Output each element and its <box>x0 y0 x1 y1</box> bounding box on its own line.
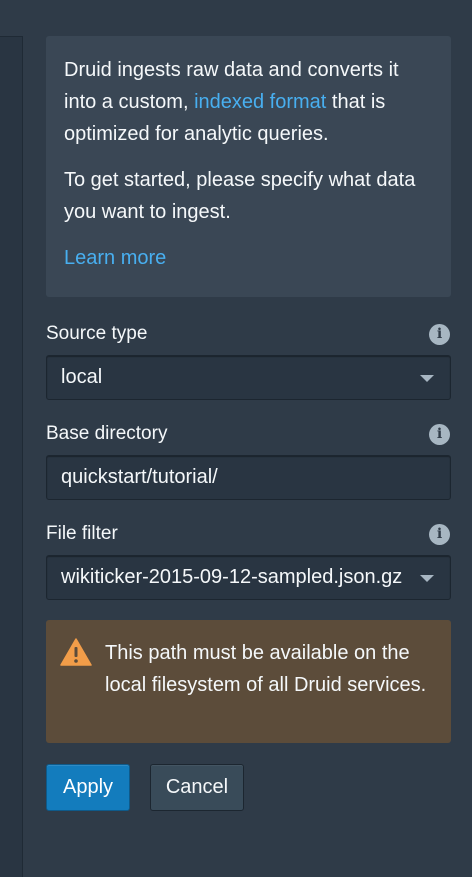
warning-text: This path must be available on the local… <box>105 642 427 696</box>
apply-button[interactable]: Apply <box>46 764 130 811</box>
path-warning-callout: This path must be available on the local… <box>46 620 451 743</box>
learn-more-link[interactable]: Learn more <box>64 242 166 274</box>
file-filter-combobox[interactable]: wikiticker-2015-09-12-sampled.json.gz <box>46 555 451 600</box>
intro-paragraph-2: To get started, please specify what data… <box>64 169 416 223</box>
base-directory-value: quickstart/tutorial/ <box>61 466 218 488</box>
intro-paragraph-1: Druid ingests raw data and converts it i… <box>64 54 433 150</box>
caret-down-icon <box>420 375 434 382</box>
base-directory-field: Base directory i quickstart/tutorial/ <box>46 419 451 500</box>
base-directory-input[interactable]: quickstart/tutorial/ <box>46 455 451 500</box>
source-type-field: Source type i local <box>46 319 451 400</box>
file-filter-field: File filter i wikiticker-2015-09-12-samp… <box>46 519 451 600</box>
source-type-value: local <box>61 366 103 388</box>
file-filter-label: File filter <box>46 523 118 544</box>
base-directory-label: Base directory <box>46 423 168 444</box>
warning-triangle-icon <box>60 638 92 666</box>
file-filter-value: wikiticker-2015-09-12-sampled.json.gz <box>61 566 403 588</box>
left-panel-edge <box>0 36 23 877</box>
source-type-label: Source type <box>46 323 148 344</box>
info-icon[interactable]: i <box>429 423 450 445</box>
cancel-button[interactable]: Cancel <box>150 764 244 811</box>
info-icon[interactable]: i <box>429 523 450 545</box>
caret-down-icon[interactable] <box>420 575 434 582</box>
info-icon[interactable]: i <box>429 323 450 345</box>
indexed-format-link[interactable]: indexed format <box>194 91 326 113</box>
source-type-select[interactable]: local <box>46 355 451 400</box>
intro-callout: Druid ingests raw data and converts it i… <box>46 36 451 297</box>
